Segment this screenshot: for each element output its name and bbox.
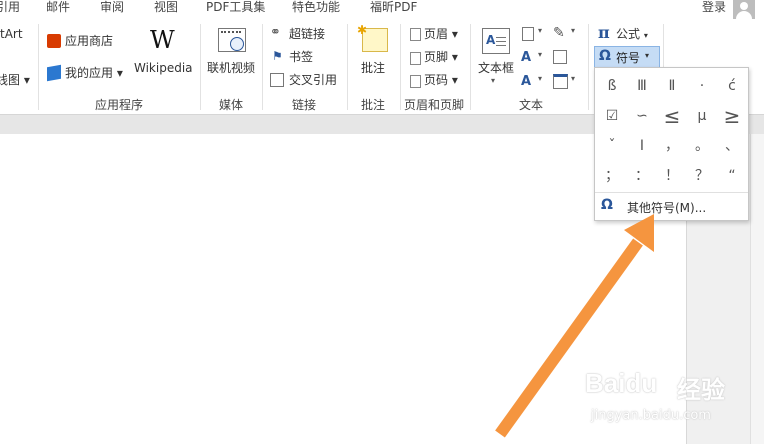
symbol-dropdown: ß Ⅲ Ⅱ · ć ☑ ∽ ≤ μ ≥ ˇ Ⅰ ， 。 、 ； ： ！ ？ “ … [594,67,749,221]
object-icon[interactable] [553,74,568,89]
symbol-label: 符号 [616,51,641,65]
symbol-cell[interactable]: 、 [717,132,747,160]
date-time-icon[interactable] [553,50,567,64]
baidu-jingyan-watermark: Baidu 经验 jingyan.baidu.com [585,368,755,440]
group-label-text: 文本 [519,98,544,112]
symbol-cell[interactable]: 。 [687,132,717,160]
chevron-down-icon: ▾ [538,26,543,35]
watermark-url: jingyan.baidu.com [591,408,711,423]
tab-references[interactable]: 引用 [0,0,20,20]
symbol-cell[interactable]: ： [627,162,657,190]
symbol-cell[interactable]: ˇ [597,132,627,160]
tab-view[interactable]: 视图 [154,0,178,20]
wikipedia-icon: W [150,26,175,54]
symbol-cell[interactable]: Ⅱ [657,72,687,100]
symbol-cell[interactable]: “ [717,162,747,190]
drop-cap-icon[interactable]: A [521,74,531,89]
ribbon-tab-bar: 引用 邮件 审阅 视图 PDF工具集 特色功能 福昕PDF 登录 [0,0,764,20]
login-link[interactable]: 登录 [702,0,726,20]
symbol-cell[interactable]: ？ [687,162,717,190]
watermark-brand: Baidu [585,368,658,398]
omega-icon: Ω [599,48,611,64]
bookmark-button[interactable]: 书签 [289,49,313,65]
symbol-cell[interactable]: ； [597,162,627,190]
tab-mailings[interactable]: 邮件 [46,0,70,20]
symbol-cell[interactable]: ≥ [717,102,747,130]
symbol-cell[interactable]: ！ [657,162,687,190]
hyperlink-icon: ⚭ [270,25,281,40]
chevron-down-icon: ▾ [645,51,650,60]
footer-label: 页脚 [424,50,449,64]
separator [588,24,589,110]
separator [38,24,39,110]
symbol-cell[interactable]: ， [657,132,687,160]
separator [200,24,201,110]
symbol-cell[interactable]: ∽ [627,102,657,130]
tab-review[interactable]: 审阅 [100,0,124,20]
signature-line-icon[interactable]: ✎ [553,25,565,41]
separator [400,24,401,110]
smartart-button[interactable]: tArt [0,26,23,42]
page-number-button[interactable]: 页码 ▾ [424,72,458,88]
group-label-media: 媒体 [219,98,244,112]
symbol-cell[interactable]: ☑ [597,102,627,130]
my-apps-label: 我的应用 [65,66,114,80]
chevron-down-icon: ▾ [571,74,576,83]
footer-button[interactable]: 页脚 ▾ [424,49,458,65]
quick-parts-icon[interactable] [522,27,534,41]
group-label-links: 链接 [292,98,317,112]
cross-reference-button[interactable]: 交叉引用 [289,72,337,88]
equation-button[interactable]: 公式 ▾ [616,26,648,44]
symbol-button[interactable]: Ω 符号 ▾ [594,46,660,69]
chart-button[interactable]: 线图 ▾ [0,72,30,88]
group-label-header-footer: 页眉和页脚 [404,98,465,112]
store-icon [47,34,61,48]
watermark-product: 经验 [677,376,725,404]
separator [347,24,348,110]
avatar[interactable] [733,0,755,19]
group-label-comments: 批注 [361,98,386,112]
new-comment-icon: ✱ [357,23,388,52]
my-apps-icon [47,64,61,82]
separator [470,24,471,110]
chevron-down-icon: ▾ [491,76,496,85]
symbol-cell[interactable]: · [687,72,717,100]
symbol-cell[interactable]: Ⅲ [627,72,657,100]
tab-pdf-tools[interactable]: PDF工具集 [206,0,265,20]
hyperlink-button[interactable]: 超链接 [289,26,325,42]
separator [262,24,263,110]
my-apps-button[interactable]: 我的应用 ▾ [65,65,123,81]
online-video-icon [218,28,246,52]
textbox-button[interactable]: 文本框 [478,60,514,76]
page-number-icon [410,75,421,88]
group-label-apps: 应用程序 [95,98,144,112]
chevron-down-icon: ▾ [571,26,576,35]
symbol-cell[interactable]: Ⅰ [627,132,657,160]
tab-special-features[interactable]: 特色功能 [292,0,340,20]
pi-icon: π [598,23,610,42]
header-button[interactable]: 页眉 ▾ [424,26,458,42]
header-label: 页眉 [424,27,449,41]
symbol-cell[interactable]: ≤ [657,102,687,130]
symbol-cell[interactable]: ć [717,72,747,100]
symbol-cell[interactable]: μ [687,102,717,130]
chevron-down-icon: ▾ [538,74,543,83]
wikipedia-button[interactable]: Wikipedia [134,60,193,76]
page-number-label: 页码 [424,73,449,87]
header-icon [410,28,421,41]
symbol-cell[interactable]: ß [597,72,627,100]
chevron-down-icon: ▾ [538,50,543,59]
tab-foxit-pdf[interactable]: 福昕PDF [370,0,417,20]
app-store-button[interactable]: 应用商店 [65,33,113,49]
comment-button[interactable]: 批注 [361,60,385,76]
chart-label: 线图 [0,73,21,87]
cross-reference-icon [270,73,284,87]
equation-label: 公式 [616,27,641,41]
online-video-button[interactable]: 联机视频 [207,60,255,76]
bookmark-icon: ⚑ [272,49,283,63]
footer-icon [410,52,421,65]
wordart-icon[interactable]: A [521,50,531,65]
textbox-icon: A [482,28,510,54]
